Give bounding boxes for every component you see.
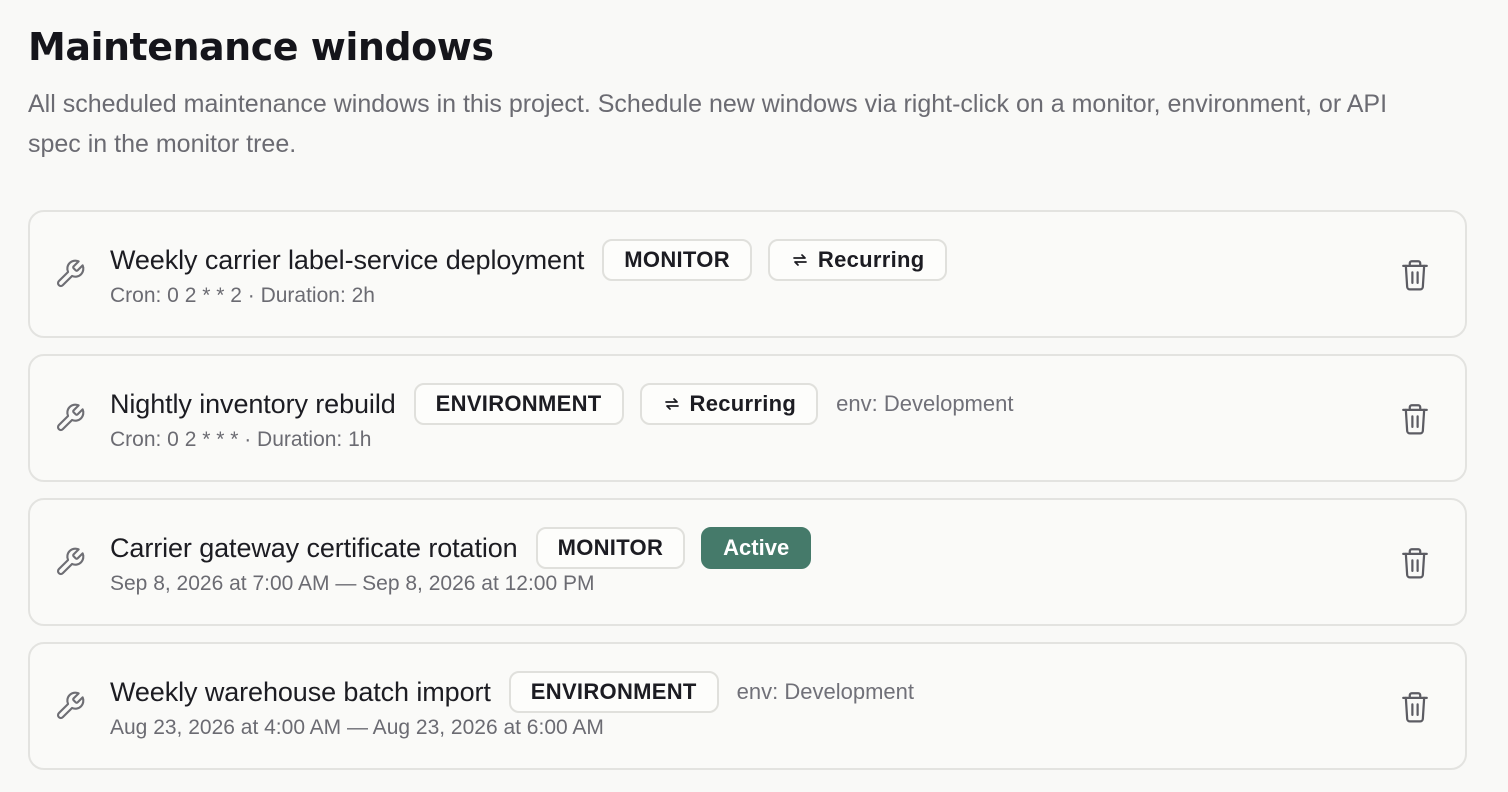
scope-badge: MONITOR (602, 239, 752, 281)
trash-icon (1402, 692, 1428, 723)
wrench-icon (54, 546, 86, 578)
title-row: Nightly inventory rebuild ENVIRONMENT Re… (110, 382, 1345, 426)
maintenance-window-card: Nightly inventory rebuild ENVIRONMENT Re… (28, 354, 1467, 482)
repeat-icon (662, 394, 682, 414)
wrench-icon (54, 258, 86, 290)
title-row: Carrier gateway certificate rotation MON… (110, 526, 1345, 570)
trash-icon (1402, 404, 1428, 435)
delete-button[interactable] (1399, 546, 1431, 580)
trash-icon (1402, 548, 1428, 579)
title-row: Weekly carrier label-service deployment … (110, 238, 1345, 282)
maintenance-window-card: Carrier gateway certificate rotation MON… (28, 498, 1467, 626)
delete-button[interactable] (1399, 690, 1431, 724)
trash-icon (1402, 260, 1428, 291)
card-body: Weekly carrier label-service deployment … (110, 238, 1345, 308)
delete-button[interactable] (1399, 258, 1431, 292)
maintenance-window-list: Weekly carrier label-service deployment … (28, 210, 1467, 786)
environment-label: env: Development (736, 679, 914, 704)
maintenance-windows-page: Maintenance windows All scheduled mainte… (0, 0, 1508, 792)
window-schedule: Cron: 0 2 * * * · Duration: 1h (110, 428, 372, 451)
wrench-icon (54, 402, 86, 434)
delete-button[interactable] (1399, 402, 1431, 436)
window-schedule: Sep 8, 2026 at 7:00 AM — Sep 8, 2026 at … (110, 572, 595, 595)
card-body: Carrier gateway certificate rotation MON… (110, 526, 1345, 596)
environment-label: env: Development (836, 391, 1014, 416)
window-schedule: Aug 23, 2026 at 4:00 AM — Aug 23, 2026 a… (110, 716, 604, 739)
maintenance-window-card: Weekly warehouse batch import ENVIRONMEN… (28, 642, 1467, 770)
scope-badge: ENVIRONMENT (508, 671, 719, 713)
window-title: Carrier gateway certificate rotation (110, 532, 518, 563)
card-body: Weekly warehouse batch import ENVIRONMEN… (110, 670, 1345, 740)
window-title: Weekly warehouse batch import (110, 676, 491, 707)
maintenance-window-card: Weekly carrier label-service deployment … (28, 210, 1467, 338)
recurring-label: Recurring (817, 247, 925, 272)
window-title: Weekly carrier label-service deployment (110, 244, 585, 275)
page-description: All scheduled maintenance windows in thi… (28, 90, 1388, 158)
window-title: Nightly inventory rebuild (110, 388, 396, 419)
window-schedule: Cron: 0 2 * * 2 · Duration: 2h (110, 284, 375, 307)
page-title: Maintenance windows (28, 25, 494, 69)
scope-badge: ENVIRONMENT (413, 383, 624, 425)
recurring-badge: Recurring (767, 239, 947, 281)
wrench-icon (54, 690, 86, 722)
recurring-badge: Recurring (639, 383, 819, 425)
title-row: Weekly warehouse batch import ENVIRONMEN… (110, 670, 1345, 714)
card-body: Nightly inventory rebuild ENVIRONMENT Re… (110, 382, 1345, 452)
recurring-label: Recurring (689, 391, 797, 416)
scope-badge: MONITOR (535, 527, 686, 569)
repeat-icon (790, 250, 810, 270)
active-badge: Active (701, 527, 812, 569)
